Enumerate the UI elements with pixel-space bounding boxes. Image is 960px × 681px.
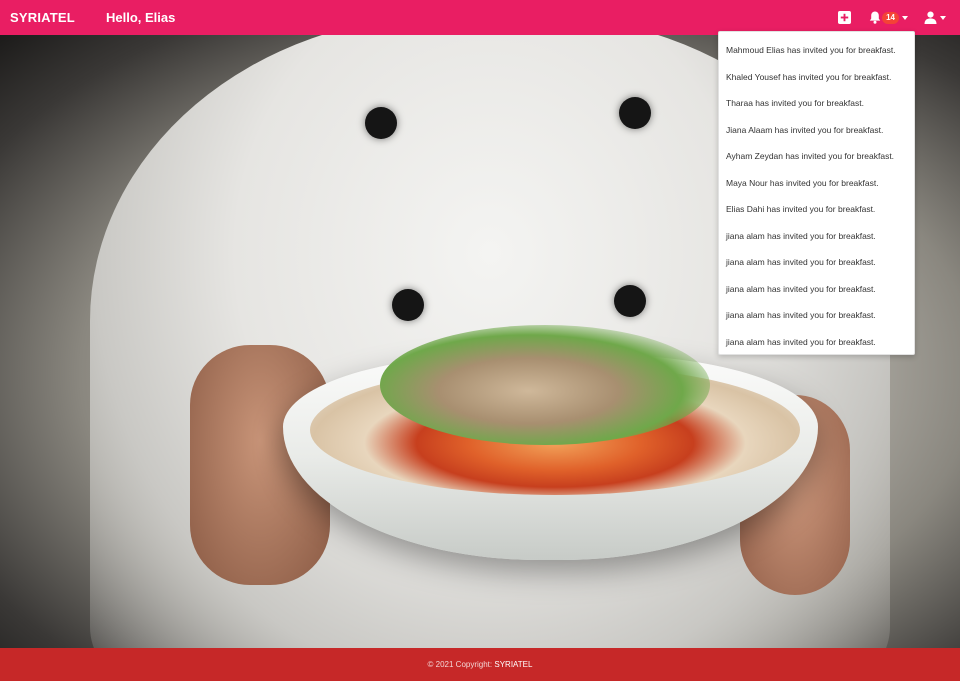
greeting-text: Hello, Elias [106, 10, 176, 25]
notification-item[interactable]: jiana alam has invited you for breakfast… [719, 329, 914, 356]
jacket-button [614, 285, 646, 317]
footer-copyright: © 2021 Copyright: [427, 660, 493, 669]
salad-topping [380, 325, 710, 445]
notification-item[interactable]: Ayham Zeydan has invited you for breakfa… [719, 143, 914, 170]
caret-down-icon [902, 15, 908, 20]
notification-item[interactable]: jiana alam has invited you for breakfast… [719, 302, 914, 329]
notification-count-badge: 14 [882, 11, 899, 24]
notification-item[interactable]: Maya Nour has invited you for breakfast. [719, 170, 914, 197]
notification-item[interactable]: jiana alam has invited you for breakfast… [719, 223, 914, 250]
bell-icon [869, 11, 881, 24]
jacket-button [392, 289, 424, 321]
notification-item[interactable]: Jiana Alaam has invited you for breakfas… [719, 117, 914, 144]
notification-item[interactable]: Tharaa has invited you for breakfast. [719, 90, 914, 117]
brand-logo[interactable]: SYRIATEL [10, 0, 75, 35]
user-icon [924, 11, 937, 24]
notifications-button[interactable]: 14 [869, 11, 908, 24]
notification-item[interactable]: Elias Dahi has invited you for breakfast… [719, 196, 914, 223]
notifications-dropdown: Mahmoud Elias has invited you for breakf… [718, 31, 915, 355]
notification-item[interactable]: jiana alam has invited you for breakfast… [719, 276, 914, 303]
footer: © 2021 Copyright: SYRIATEL [0, 648, 960, 681]
user-menu-button[interactable] [924, 11, 946, 24]
caret-down-icon [940, 15, 946, 20]
jacket-button [365, 107, 397, 139]
jacket-button [619, 97, 651, 129]
navbar-actions: 14 [838, 0, 946, 35]
add-button[interactable] [838, 11, 852, 24]
notification-item[interactable]: jiana alam has invited you for breakfast… [719, 249, 914, 276]
notification-item[interactable]: Khaled Yousef has invited you for breakf… [719, 64, 914, 91]
footer-brand-link[interactable]: SYRIATEL [494, 660, 532, 669]
notification-item[interactable]: Mahmoud Elias has invited you for breakf… [719, 37, 914, 64]
plus-square-icon [838, 11, 852, 24]
top-navbar: SYRIATEL Hello, Elias 14 [0, 0, 960, 35]
